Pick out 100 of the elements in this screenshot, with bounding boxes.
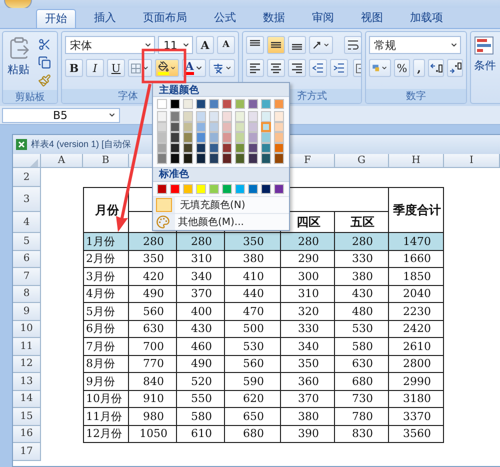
table-cell: 520 bbox=[177, 373, 225, 390]
table-cell: 310 bbox=[177, 250, 225, 268]
table-cell: 580 bbox=[177, 408, 225, 426]
table-cell: 1660 bbox=[389, 250, 444, 268]
table-cell: 580 bbox=[335, 338, 389, 356]
section-heading: 主题颜色 bbox=[159, 83, 199, 96]
table-cell: 470 bbox=[225, 303, 281, 320]
row-header[interactable]: 17 bbox=[13, 443, 41, 460]
number-format-field[interactable]: 常规 bbox=[369, 36, 461, 54]
column-header[interactable]: I bbox=[444, 154, 500, 168]
table-cell: 360 bbox=[281, 373, 335, 390]
table-cell: 五区 bbox=[335, 212, 389, 233]
more-colors-menu-item[interactable]: 其他颜色(M)... bbox=[153, 212, 289, 230]
column-header[interactable]: H bbox=[389, 154, 444, 168]
table-cell: 1月份 bbox=[83, 233, 129, 250]
ribbon-tab[interactable]: 加载项 bbox=[401, 8, 452, 28]
table-cell: 2990 bbox=[389, 373, 444, 390]
row-header[interactable]: 4 bbox=[13, 212, 41, 233]
table-cell: 2800 bbox=[389, 356, 444, 373]
table-cell: 350 bbox=[281, 356, 335, 373]
table-cell: 630 bbox=[335, 356, 389, 373]
name-box[interactable]: B5 bbox=[2, 108, 120, 122]
table-cell: 3180 bbox=[389, 390, 444, 408]
ribbon-tab[interactable]: 数据 bbox=[254, 8, 294, 28]
table-cell: 650 bbox=[225, 408, 281, 426]
row-header[interactable]: 9 bbox=[13, 303, 41, 320]
row-header[interactable]: 7 bbox=[13, 268, 41, 286]
row-header[interactable]: 13 bbox=[13, 373, 41, 390]
row-header[interactable]: 3 bbox=[13, 187, 41, 212]
table-cell: 910 bbox=[129, 390, 177, 408]
row-header[interactable]: 12 bbox=[13, 356, 41, 373]
row-header[interactable]: 2 bbox=[13, 168, 41, 187]
table-cell: 1850 bbox=[389, 268, 444, 286]
shrink-font-button[interactable]: A bbox=[217, 36, 235, 54]
column-header[interactable]: G bbox=[335, 154, 389, 168]
row-header[interactable]: 11 bbox=[13, 338, 41, 356]
table-cell: 700 bbox=[129, 338, 177, 356]
row-header[interactable]: 8 bbox=[13, 286, 41, 303]
section-heading: 标准色 bbox=[159, 168, 189, 181]
percent-button[interactable]: % bbox=[394, 59, 410, 77]
table-cell: 5月份 bbox=[83, 303, 129, 320]
table-cell: 430 bbox=[335, 286, 389, 303]
font-name-field[interactable]: 宋体 bbox=[65, 36, 156, 54]
table-cell: 280 bbox=[177, 233, 225, 250]
table-cell: 730 bbox=[335, 390, 389, 408]
ribbon-tab[interactable]: 插入 bbox=[85, 8, 125, 28]
table-cell: 560 bbox=[225, 356, 281, 373]
table-cell: 300 bbox=[281, 268, 335, 286]
table-cell: 410 bbox=[225, 268, 281, 286]
table-cell: 6月份 bbox=[83, 320, 129, 338]
row-header[interactable]: 16 bbox=[13, 426, 41, 443]
table-cell: 420 bbox=[129, 268, 177, 286]
paste-button[interactable]: 粘贴 bbox=[6, 36, 31, 88]
table-cell: 290 bbox=[281, 250, 335, 268]
table-cell: 7月份 bbox=[83, 338, 129, 356]
group-label: 数字 bbox=[406, 90, 426, 103]
table-cell: 2040 bbox=[389, 286, 444, 303]
ribbon-tab[interactable]: 公式 bbox=[205, 8, 245, 28]
row-header[interactable]: 15 bbox=[13, 408, 41, 426]
row-header[interactable]: 5 bbox=[13, 233, 41, 250]
table-cell: 280 bbox=[281, 233, 335, 250]
ribbon-tab[interactable]: 开始 bbox=[36, 9, 76, 28]
table-cell: 2230 bbox=[389, 303, 444, 320]
table-cell: 340 bbox=[177, 268, 225, 286]
table-cell: 550 bbox=[177, 390, 225, 408]
italic-button[interactable]: I bbox=[86, 59, 104, 77]
table-cell: 680 bbox=[225, 426, 281, 443]
table-cell: 380 bbox=[225, 250, 281, 268]
grow-font-button[interactable]: A bbox=[196, 36, 214, 54]
table-cell: 380 bbox=[335, 268, 389, 286]
table-cell: 3560 bbox=[389, 426, 444, 443]
table-cell: 330 bbox=[335, 250, 389, 268]
bold-button[interactable]: B bbox=[65, 59, 83, 77]
group-label: 字体 bbox=[118, 90, 138, 103]
column-header[interactable]: B bbox=[83, 154, 129, 168]
row-header[interactable]: 14 bbox=[13, 390, 41, 408]
column-header[interactable]: A bbox=[41, 154, 83, 168]
table-cell: 400 bbox=[177, 303, 225, 320]
window-title: 样表4 (version 1) [自动保 bbox=[31, 138, 132, 151]
ribbon-tab[interactable]: 审阅 bbox=[303, 8, 343, 28]
table-cell: 350 bbox=[129, 250, 177, 268]
table-cell: 2月份 bbox=[83, 250, 129, 268]
table-cell: 1050 bbox=[129, 426, 177, 443]
ribbon-tab[interactable]: 视图 bbox=[352, 8, 392, 28]
table-cell: 1470 bbox=[389, 233, 444, 250]
comma-button[interactable]: , bbox=[413, 59, 425, 77]
table-cell: 620 bbox=[225, 390, 281, 408]
table-cell: 4月份 bbox=[83, 286, 129, 303]
no-fill-menu-item[interactable]: 无填充颜色(N) bbox=[153, 196, 289, 212]
underline-button[interactable]: U bbox=[107, 59, 125, 77]
group-label: 剪贴板 bbox=[15, 90, 45, 103]
table-cell: 330 bbox=[281, 320, 335, 338]
table-cell: 310 bbox=[281, 286, 335, 303]
table-cell: 9月份 bbox=[83, 373, 129, 390]
table-cell: 月份 bbox=[83, 187, 129, 233]
ribbon-tab[interactable]: 页面布局 bbox=[134, 8, 196, 28]
row-header[interactable]: 10 bbox=[13, 320, 41, 338]
row-header[interactable]: 6 bbox=[13, 250, 41, 268]
table-cell: 280 bbox=[129, 233, 177, 250]
group-label: 齐方式 bbox=[297, 90, 327, 103]
